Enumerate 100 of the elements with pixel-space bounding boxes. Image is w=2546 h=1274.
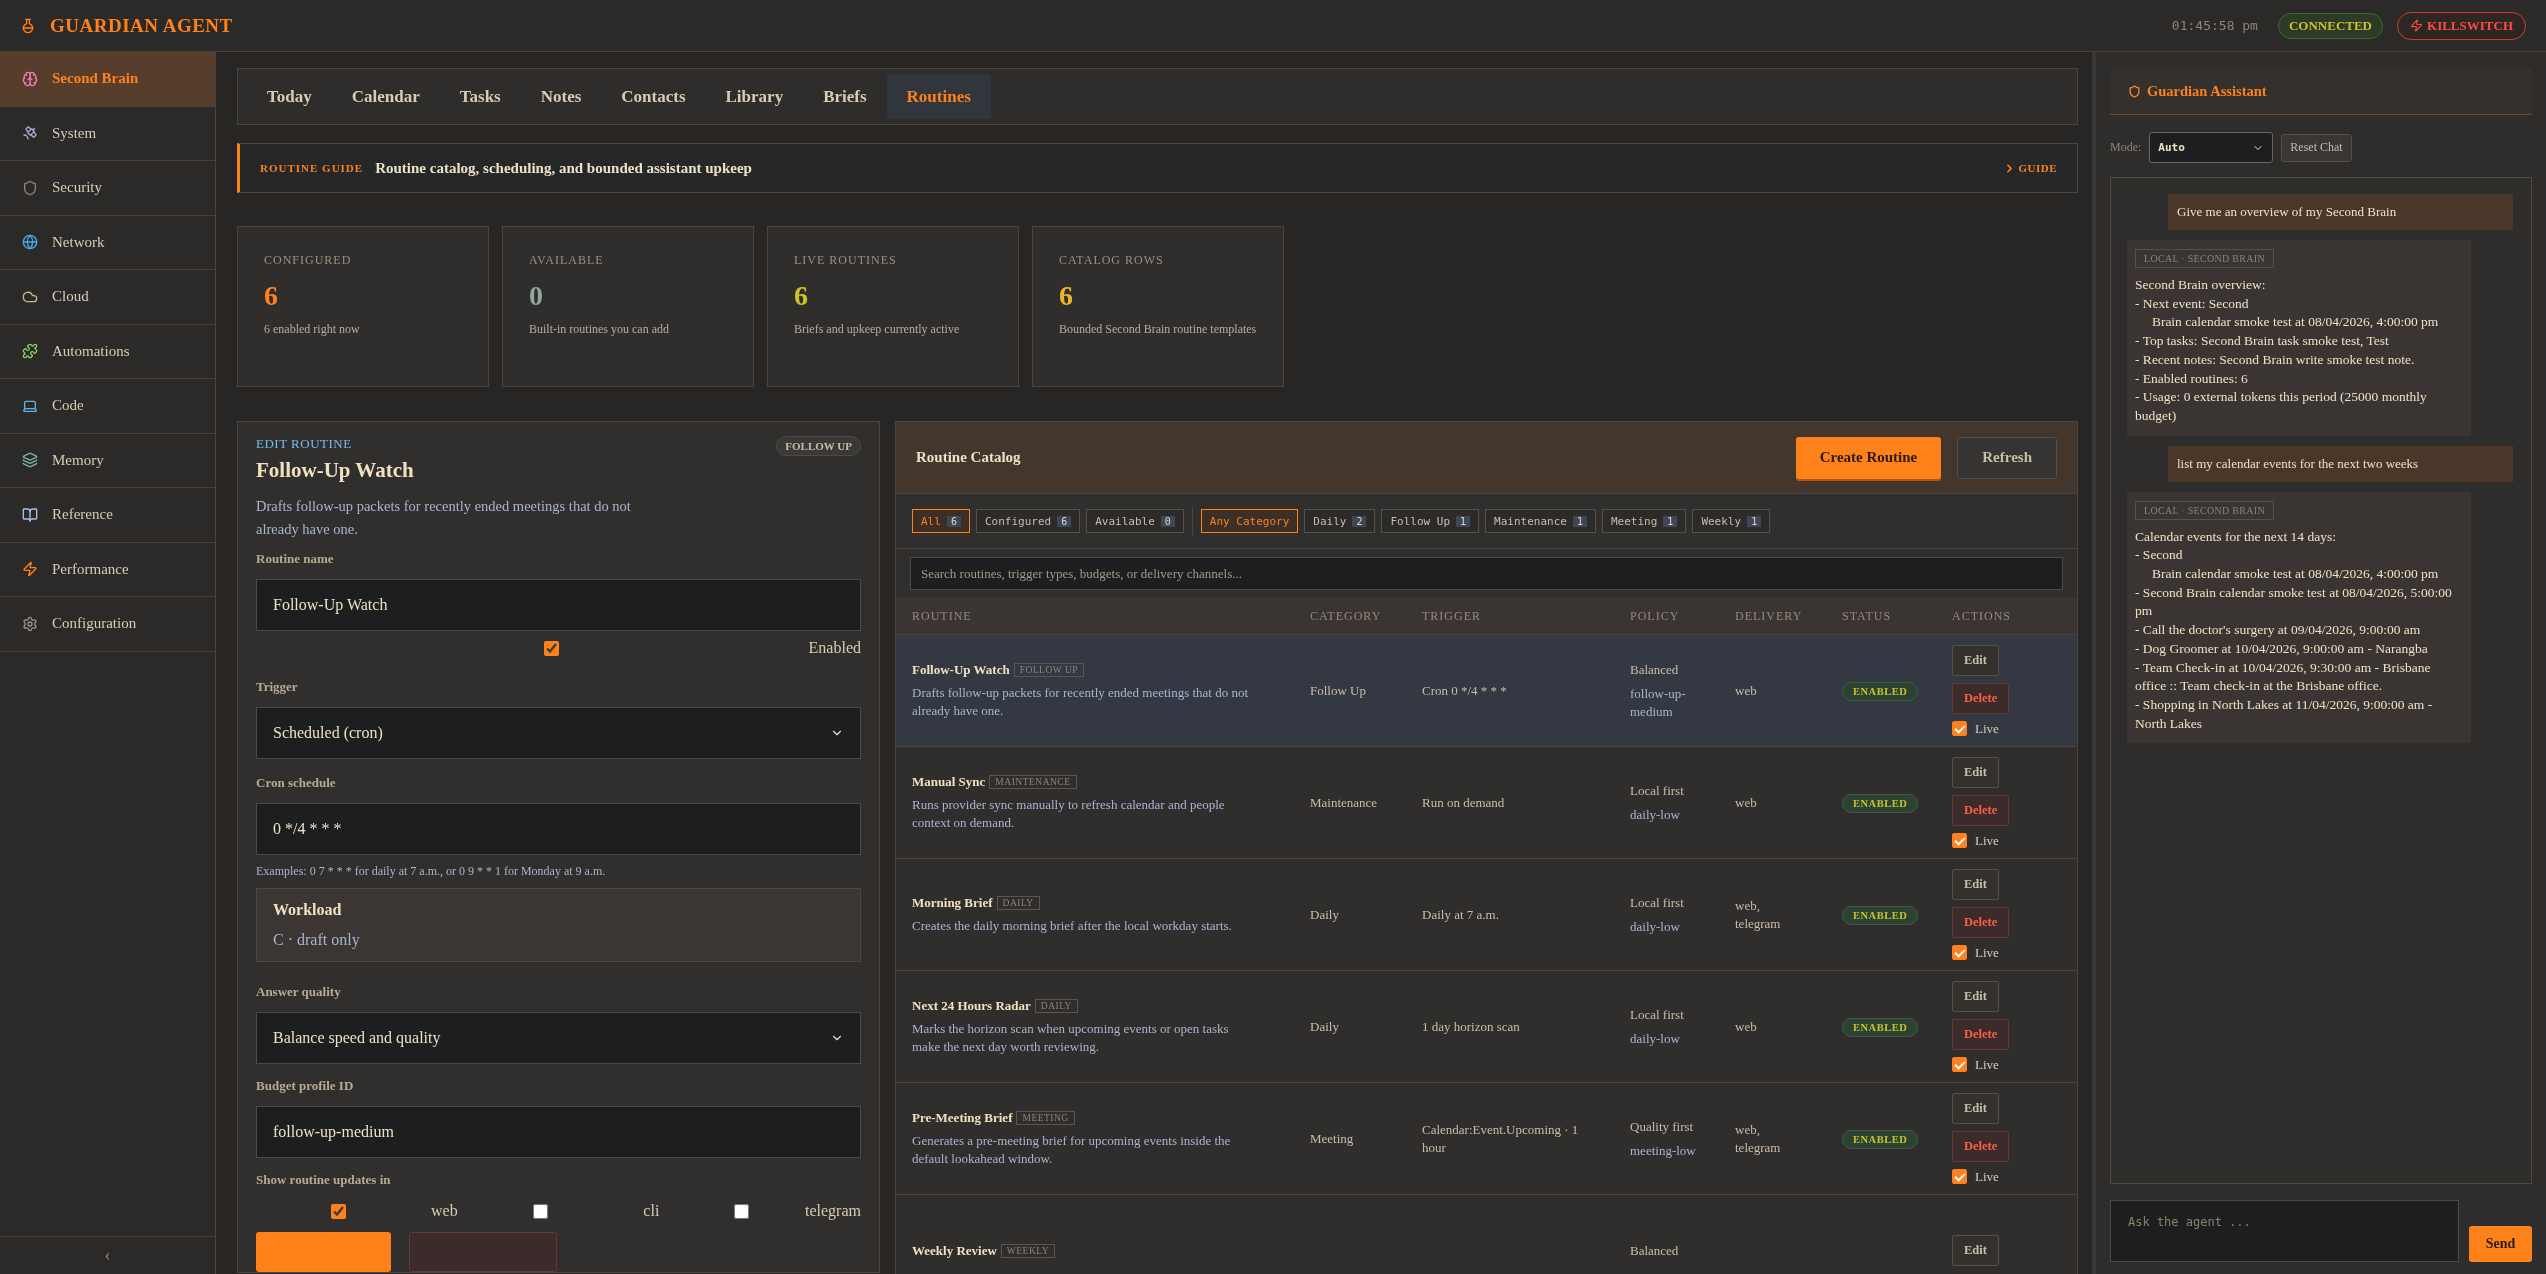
edit-button[interactable]: Edit xyxy=(1952,980,1999,1012)
policy-name: Local first xyxy=(1630,781,1685,800)
filter-count: 6 xyxy=(1057,515,1072,527)
status-pill: ENABLED xyxy=(1842,1129,1919,1149)
filter-count: 0 xyxy=(1160,515,1175,527)
source-tag: LOCAL · SECOND BRAIN xyxy=(2135,249,2274,268)
cron-field[interactable]: 0 */4 * * * xyxy=(256,803,861,855)
channel-checkbox[interactable] xyxy=(331,1203,346,1219)
sidebar-item[interactable]: Memory xyxy=(0,433,215,488)
tab[interactable]: Calendar xyxy=(331,74,440,119)
live-checkbox[interactable] xyxy=(1952,1169,1967,1184)
delete-button[interactable]: Delete xyxy=(1952,682,2010,714)
sidebar-item[interactable]: Second Brain xyxy=(0,52,215,107)
checkbox-label: Live xyxy=(1975,720,1999,737)
sidebar-label: Cloud xyxy=(52,288,89,306)
globe-icon xyxy=(22,234,38,251)
table-cell-text: web, telegram xyxy=(1735,896,1782,933)
table-cell-text: web xyxy=(1735,681,1758,700)
tab[interactable]: Library xyxy=(705,74,804,119)
stat-value: 6 xyxy=(794,280,809,312)
live-checkbox[interactable] xyxy=(1952,721,1967,736)
name-field[interactable]: Follow-Up Watch xyxy=(256,579,861,631)
field-label: Show routine updates in xyxy=(256,1172,392,1188)
tab[interactable]: Briefs xyxy=(803,74,887,119)
tab[interactable]: Today xyxy=(247,74,332,119)
edit-button[interactable]: Edit xyxy=(1952,868,1999,900)
edit-button[interactable]: Edit xyxy=(1952,756,1999,788)
policy-name: Local first xyxy=(1630,893,1685,912)
sidebar-item[interactable]: System xyxy=(0,106,215,161)
reset-chat-button[interactable]: Reset Chat xyxy=(2281,133,2352,162)
collapse-button[interactable]: ‹ xyxy=(0,1236,215,1274)
sidebar-item[interactable]: Configuration xyxy=(0,597,215,652)
delete-button[interactable]: Delete xyxy=(1952,1018,2010,1050)
filter-chip[interactable]: Available 0 xyxy=(1086,509,1184,533)
routine-tag: MAINTENANCE xyxy=(989,774,1077,789)
killswitch-button[interactable]: KILLSWITCH xyxy=(2397,11,2526,40)
edit-button[interactable]: Edit xyxy=(1952,1092,1999,1124)
routine-description: Drafts follow-up packets for recently ended meetings that do not already have one. xyxy=(912,683,1250,720)
sidebar-item[interactable]: Cloud xyxy=(0,270,215,325)
sidebar-item[interactable]: Performance xyxy=(0,542,215,597)
live-checkbox[interactable] xyxy=(1952,945,1967,960)
sidebar-label: System xyxy=(52,124,97,142)
stat-note: Built-in routines you can add xyxy=(529,322,670,337)
delete-button[interactable]: Delete xyxy=(1952,794,2010,826)
sidebar-item[interactable]: Reference xyxy=(0,488,215,543)
sidebar-label: Reference xyxy=(52,506,113,524)
filter-count: 1 xyxy=(1572,515,1587,527)
delete-button[interactable]: Delete xyxy=(1952,906,2010,938)
channel-checkbox[interactable] xyxy=(734,1203,750,1219)
filter-chip[interactable]: Maintenance 1 xyxy=(1485,509,1596,533)
guide-eyebrow: ROUTINE GUIDE xyxy=(260,162,364,174)
edit-button[interactable]: Edit xyxy=(1952,1235,1999,1266)
budget-field[interactable]: follow-up-medium xyxy=(256,1106,861,1158)
filter-chip[interactable]: Configured 6 xyxy=(975,509,1081,533)
satellite-icon xyxy=(22,125,38,142)
guide-link[interactable]: GUIDE xyxy=(2003,161,2057,175)
sidebar-label: Second Brain xyxy=(52,70,139,88)
sidebar-item[interactable]: Code xyxy=(0,379,215,434)
live-checkbox[interactable] xyxy=(1952,1057,1967,1072)
create-routine-button[interactable]: Create Routine xyxy=(1795,436,1942,479)
refresh-button[interactable]: Refresh xyxy=(1957,436,2057,479)
mode-select[interactable]: Auto xyxy=(2149,132,2274,163)
filter-chip[interactable]: Follow Up 1 xyxy=(1381,509,1480,533)
table-row[interactable]: Follow-Up Watch FOLLOW UP Drafts follow-up packets for recently ended meetings that do not already have one. Follow Up Cron 0 */4 * * * Balanced follow-up-medium web ENABLED Edit Delete Live xyxy=(896,634,2077,746)
checkbox-label: Enabled xyxy=(808,639,861,657)
sidebar-item[interactable]: Security xyxy=(0,161,215,216)
filter-chip[interactable]: Any Category xyxy=(1200,509,1299,533)
delete-button[interactable]: Delete xyxy=(1952,1130,2010,1162)
routine-description: Runs provider sync manually to refresh calendar and people context on demand. xyxy=(912,795,1226,832)
tab[interactable]: Contacts xyxy=(601,74,706,119)
edit-button[interactable]: Edit xyxy=(1952,644,1999,676)
table-cell-text: 1 day horizon scan xyxy=(1422,1017,1521,1036)
table-cell-text: Daily xyxy=(1310,1017,1340,1036)
sidebar-label: Performance xyxy=(52,560,129,578)
filter-chip[interactable]: Weekly 1 xyxy=(1692,509,1771,533)
table-cell-text: web, telegram xyxy=(1735,1120,1782,1157)
lightning-icon xyxy=(2410,19,2423,32)
sidebar-item[interactable]: Network xyxy=(0,215,215,270)
quality-select[interactable]: Balance speed and quality xyxy=(256,1012,861,1064)
search-field[interactable]: Search routines, trigger types, budgets, or delivery channels... xyxy=(910,557,2063,590)
column-header: ROUTINE xyxy=(912,608,973,624)
filter-chip[interactable]: Meeting 1 xyxy=(1602,509,1687,533)
trigger-select[interactable]: Scheduled (cron) xyxy=(256,707,861,759)
tab[interactable]: Notes xyxy=(520,74,602,119)
tab[interactable]: Tasks xyxy=(439,74,521,119)
cron-hint: Examples: 0 7 * * * for daily at 7 a.m., or 0 9 * * 1 for Monday at 9 a.m. xyxy=(256,864,607,879)
channel-checkbox[interactable] xyxy=(532,1203,548,1219)
budget-profile: daily-low xyxy=(1630,1029,1681,1048)
filter-chip[interactable]: All 6 xyxy=(912,509,970,533)
live-checkbox[interactable] xyxy=(1952,833,1967,848)
chat-input[interactable]: Ask the agent ... xyxy=(2110,1200,2459,1262)
routine-tag: FOLLOW UP xyxy=(1013,662,1085,677)
filter-chip[interactable]: Daily 2 xyxy=(1304,509,1376,533)
book-icon xyxy=(22,506,38,523)
tab[interactable]: Routines xyxy=(886,74,991,119)
budget-profile: daily-low xyxy=(1630,805,1681,824)
policy-name: Balanced xyxy=(1630,1241,1680,1260)
sidebar-item[interactable]: Automations xyxy=(0,324,215,379)
send-button[interactable]: Send xyxy=(2469,1226,2532,1262)
enabled-checkbox[interactable] xyxy=(543,640,559,656)
